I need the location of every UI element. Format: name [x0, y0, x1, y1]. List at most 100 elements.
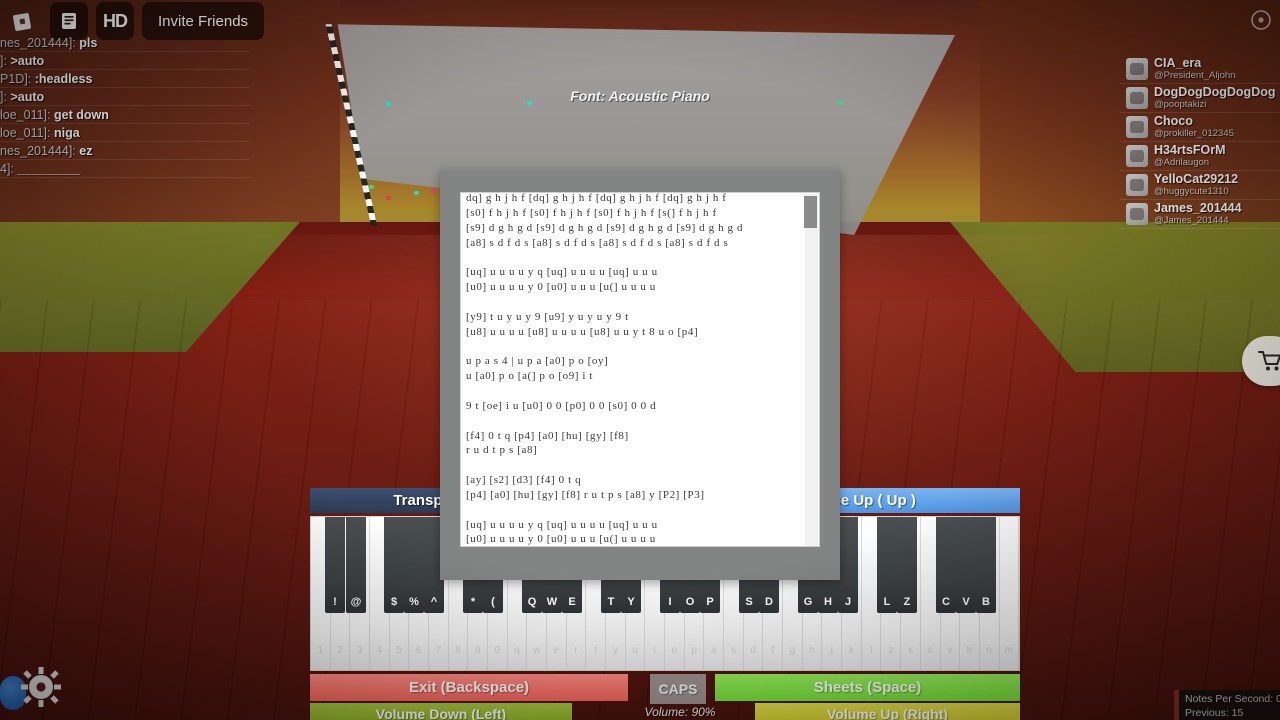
chat-message: P1D]: :headless [0, 70, 250, 88]
white-key-label: i [653, 645, 656, 656]
white-key-label: a [710, 645, 717, 656]
player-handle: @Adrilaugon [1154, 156, 1210, 168]
volume-status-label: Volume: 90% [644, 705, 716, 719]
hd-label: HD [103, 10, 128, 31]
chat-text: >auto [10, 89, 45, 104]
piano-black-key[interactable]: % [404, 517, 424, 613]
sheet-scrollbar-track[interactable] [804, 194, 818, 546]
piano-black-key[interactable]: L [877, 517, 897, 613]
white-key-label: q [514, 645, 520, 656]
white-key-label: m [1004, 645, 1014, 656]
white-key-label: d [750, 645, 756, 656]
piano-black-key[interactable]: B [976, 517, 996, 613]
chat-text: niga [54, 125, 80, 140]
chat-message: nes_201444]: pls [0, 34, 250, 52]
chat-log[interactable]: nes_201444]: pls ]: >auto P1D]: :headles… [0, 34, 250, 178]
sheets-button[interactable]: Sheets (Space) [715, 674, 1020, 701]
chat-username: nes_201444]: [0, 35, 76, 50]
stage-light-dot [386, 102, 391, 106]
white-key-label: u [632, 645, 638, 656]
white-key-label: 8 [455, 645, 461, 656]
white-key-label: p [691, 645, 697, 656]
player-handle: @pooptakizi [1154, 98, 1207, 110]
player-name: YelloCat29212 [1154, 173, 1239, 187]
volume-up-button[interactable]: Volume Up (Right) [755, 703, 1020, 720]
player-name: H34rtsFOrM [1154, 144, 1226, 158]
piano-black-key[interactable]: J [838, 517, 858, 613]
white-key-label: 9 [474, 645, 481, 656]
caps-button[interactable]: CAPS [650, 674, 706, 704]
player-list-item[interactable]: Choco @prokiller_012345 [1120, 113, 1280, 142]
player-handle: @James_201444 [1154, 214, 1229, 226]
chat-username: 4]: [0, 161, 14, 176]
notes-per-second-hud: Notes Per Second: 0 Previous: 15 [1174, 690, 1280, 720]
piano-black-key[interactable]: V [956, 517, 976, 613]
chat-message: ]: >auto [0, 88, 250, 106]
piano-white-key[interactable]: m [999, 517, 1020, 670]
player-list-item[interactable]: DogDogDogDogDogDog @pooptakizi [1120, 84, 1280, 113]
sheet-scrollbar-thumb[interactable] [804, 196, 817, 228]
settings-gear-button[interactable] [18, 664, 64, 710]
white-key-label: 1 [317, 645, 324, 656]
white-key-label: f [771, 645, 775, 656]
white-key-label: w [533, 645, 541, 656]
piano-black-key[interactable]: ! [325, 517, 345, 613]
white-key-label: g [789, 645, 796, 656]
chat-username: P1D]: [0, 71, 32, 86]
white-key-label: x [907, 645, 913, 656]
player-name: CIA_era [1154, 57, 1202, 71]
shopping-cart-icon [1258, 351, 1280, 371]
chat-username: loe_011]: [0, 125, 51, 140]
chat-text: :headless [34, 71, 93, 86]
chat-username: ]: [0, 53, 7, 68]
piano-black-key[interactable]: $ [384, 517, 404, 613]
white-key-label: j [830, 645, 833, 656]
chat-message: 4]: _________ [0, 160, 250, 178]
player-name: DogDogDogDogDogDog [1154, 86, 1276, 100]
settings-circle-icon[interactable] [1246, 5, 1276, 35]
player-list: CIA_era @President_Aljohn DogDogDogDogDo… [1120, 55, 1280, 229]
nps-previous-label: Previous: 15 [1185, 707, 1244, 719]
avatar [1126, 145, 1148, 167]
white-key-label: 3 [356, 645, 363, 656]
exit-button[interactable]: Exit (Backspace) [310, 674, 628, 701]
white-key-label: 2 [337, 645, 343, 656]
stage-light-dot [414, 191, 419, 195]
chat-message: loe_011]: niga [0, 124, 250, 142]
chat-text: >auto [10, 53, 45, 68]
chat-text: ez [79, 143, 93, 158]
player-list-item[interactable]: H34rtsFOrM @Adrilaugon [1120, 142, 1280, 171]
settings-gear-icon [21, 667, 61, 707]
player-list-item[interactable]: CIA_era @President_Aljohn [1120, 55, 1280, 84]
player-handle: @prokiller_012345 [1154, 127, 1234, 139]
avatar [1126, 87, 1148, 109]
white-key-label: c [927, 645, 933, 656]
piano-black-key[interactable]: C [936, 517, 956, 613]
chat-username: nes_201444]: [0, 143, 76, 158]
white-key-label: r [574, 645, 578, 656]
player-name: James_201444 [1154, 202, 1242, 216]
piano-black-key[interactable]: Z [897, 517, 917, 613]
white-key-label: t [594, 645, 598, 656]
white-key-label: b [966, 645, 973, 656]
sheet-music-window[interactable]: dq] g h j h f [dq] g h j h f [dq] g h j … [440, 170, 840, 580]
avatar [1126, 203, 1148, 225]
chat-message: nes_201444]: ez [0, 142, 250, 160]
white-key-label: 6 [415, 645, 422, 656]
player-list-item[interactable]: YelloCat29212 @huggycute1310 [1120, 171, 1280, 200]
stage-light-dot [838, 101, 843, 105]
volume-down-button[interactable]: Volume Down (Left) [310, 703, 572, 720]
piano-black-key[interactable]: @ [346, 517, 366, 613]
sheet-music-paper[interactable]: dq] g h j h f [dq] g h j h f [dq] g h j … [460, 192, 820, 547]
player-handle: @President_Aljohn [1154, 69, 1236, 81]
white-key-label: 5 [396, 645, 402, 656]
white-key-label: v [947, 645, 953, 656]
white-key-label: o [671, 645, 678, 656]
chat-text: get down [54, 107, 109, 122]
sheet-music-text: dq] g h j h f [dq] g h j h f [dq] g h j … [466, 192, 744, 546]
stage-light-dot [386, 196, 391, 200]
avatar [1126, 174, 1148, 196]
white-key-label: h [809, 645, 815, 656]
player-list-item[interactable]: James_201444 @James_201444 [1120, 200, 1280, 229]
white-key-label: k [848, 645, 854, 656]
